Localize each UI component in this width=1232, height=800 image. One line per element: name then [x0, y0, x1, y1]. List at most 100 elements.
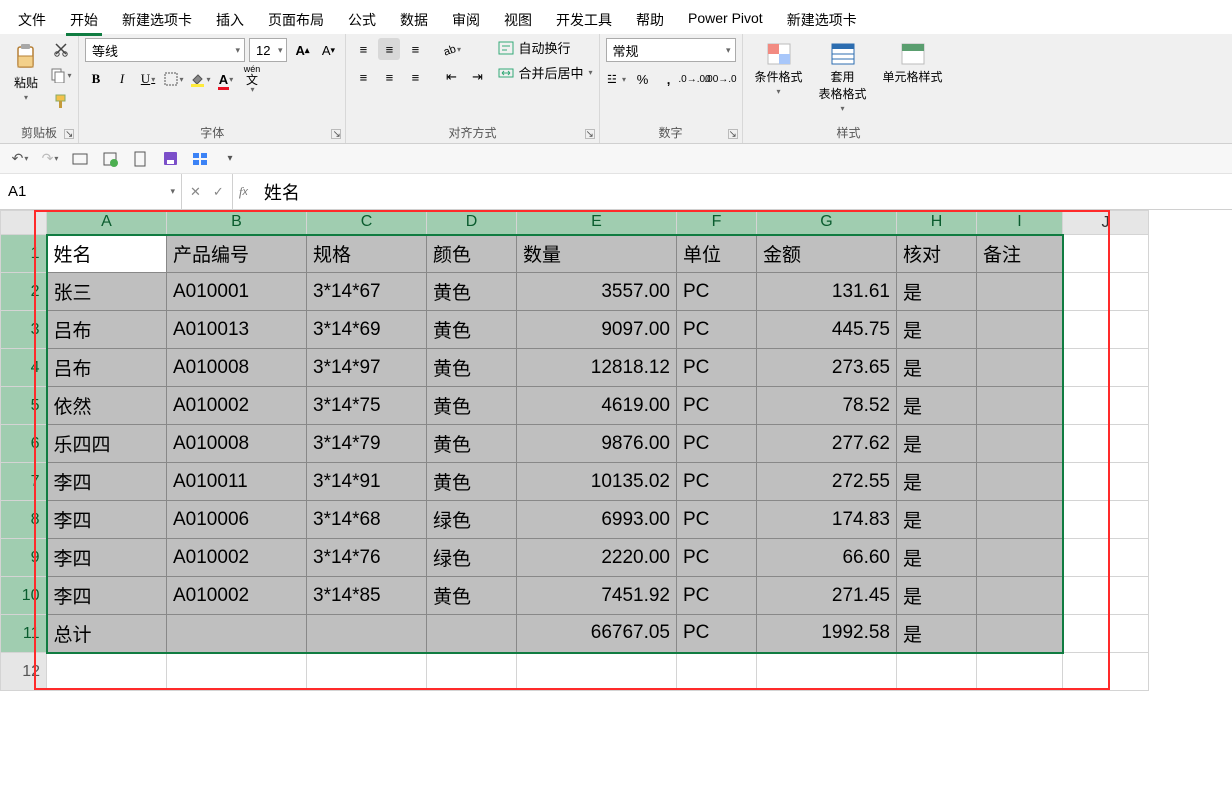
col-head-E[interactable]: E	[517, 211, 677, 235]
ribbon-tab-5[interactable]: 公式	[336, 4, 388, 34]
cell-F5[interactable]: PC	[677, 387, 757, 425]
cell-D2[interactable]: 黄色	[427, 273, 517, 311]
cell-H7[interactable]: 是	[897, 463, 977, 501]
cell-G10[interactable]: 271.45	[757, 577, 897, 615]
qat-btn-2[interactable]	[98, 148, 122, 170]
cell-C7[interactable]: 3*14*91	[307, 463, 427, 501]
qat-btn-3[interactable]	[128, 148, 152, 170]
cell-A6[interactable]: 乐四四	[47, 425, 167, 463]
fx-icon[interactable]: fx	[233, 174, 254, 209]
cell-I5[interactable]	[977, 387, 1063, 425]
cell-H3[interactable]: 是	[897, 311, 977, 349]
italic-button[interactable]: I	[111, 68, 133, 90]
align-left-button[interactable]: ≡	[352, 66, 374, 88]
clipboard-launcher[interactable]: ↘	[64, 129, 74, 139]
cell-J8[interactable]	[1063, 501, 1149, 539]
cell-B9[interactable]: A010002	[167, 539, 307, 577]
underline-button[interactable]: U	[137, 68, 159, 90]
cell-F10[interactable]: PC	[677, 577, 757, 615]
cell-D3[interactable]: 黄色	[427, 311, 517, 349]
cell-G1[interactable]: 金额	[757, 235, 897, 273]
cell-D12[interactable]	[427, 653, 517, 691]
cell-F8[interactable]: PC	[677, 501, 757, 539]
cell-B4[interactable]: A010008	[167, 349, 307, 387]
cell-J3[interactable]	[1063, 311, 1149, 349]
ribbon-tab-4[interactable]: 页面布局	[256, 4, 336, 34]
paste-button[interactable]: 粘贴 ▾	[6, 38, 46, 106]
cell-G4[interactable]: 273.65	[757, 349, 897, 387]
accounting-format-button[interactable]: ☳	[606, 68, 628, 90]
cell-styles-button[interactable]: 单元格样式	[877, 38, 949, 89]
cell-H4[interactable]: 是	[897, 349, 977, 387]
cell-A2[interactable]: 张三	[47, 273, 167, 311]
cell-F3[interactable]: PC	[677, 311, 757, 349]
cell-E1[interactable]: 数量	[517, 235, 677, 273]
decrease-decimal-button[interactable]: .00→.0	[710, 68, 732, 90]
cell-I2[interactable]	[977, 273, 1063, 311]
align-bottom-button[interactable]: ≡	[404, 38, 426, 60]
row-head-5[interactable]: 5	[1, 387, 47, 425]
increase-indent-button[interactable]: ⇥	[466, 66, 488, 88]
ribbon-tab-6[interactable]: 数据	[388, 4, 440, 34]
cell-A3[interactable]: 吕布	[47, 311, 167, 349]
number-launcher[interactable]: ↘	[728, 129, 738, 139]
cell-D1[interactable]: 颜色	[427, 235, 517, 273]
col-head-F[interactable]: F	[677, 211, 757, 235]
ribbon-tab-11[interactable]: Power Pivot	[676, 4, 775, 34]
cell-G11[interactable]: 1992.58	[757, 615, 897, 653]
cell-B2[interactable]: A010001	[167, 273, 307, 311]
row-head-9[interactable]: 9	[1, 539, 47, 577]
cell-D6[interactable]: 黄色	[427, 425, 517, 463]
cell-D8[interactable]: 绿色	[427, 501, 517, 539]
align-launcher[interactable]: ↘	[585, 129, 595, 139]
cell-I11[interactable]	[977, 615, 1063, 653]
merge-center-button[interactable]: 合并后居中	[498, 63, 592, 82]
col-head-I[interactable]: I	[977, 211, 1063, 235]
cell-C8[interactable]: 3*14*68	[307, 501, 427, 539]
copy-button[interactable]	[50, 64, 72, 86]
cell-E12[interactable]	[517, 653, 677, 691]
row-head-8[interactable]: 8	[1, 501, 47, 539]
cell-J11[interactable]	[1063, 615, 1149, 653]
cell-I10[interactable]	[977, 577, 1063, 615]
col-head-C[interactable]: C	[307, 211, 427, 235]
percent-button[interactable]: %	[632, 68, 654, 90]
cell-J12[interactable]	[1063, 653, 1149, 691]
cell-C1[interactable]: 规格	[307, 235, 427, 273]
cell-F11[interactable]: PC	[677, 615, 757, 653]
cell-E6[interactable]: 9876.00	[517, 425, 677, 463]
cell-E3[interactable]: 9097.00	[517, 311, 677, 349]
cell-B1[interactable]: 产品编号	[167, 235, 307, 273]
cell-A10[interactable]: 李四	[47, 577, 167, 615]
qat-btn-4[interactable]	[188, 148, 212, 170]
cell-E2[interactable]: 3557.00	[517, 273, 677, 311]
cell-J5[interactable]	[1063, 387, 1149, 425]
ribbon-tab-7[interactable]: 审阅	[440, 4, 492, 34]
cell-F7[interactable]: PC	[677, 463, 757, 501]
cell-I6[interactable]	[977, 425, 1063, 463]
comma-button[interactable]: ,	[658, 68, 680, 90]
cell-C5[interactable]: 3*14*75	[307, 387, 427, 425]
cell-D5[interactable]: 黄色	[427, 387, 517, 425]
orientation-button[interactable]: ab	[440, 38, 462, 60]
cell-B5[interactable]: A010002	[167, 387, 307, 425]
cell-G3[interactable]: 445.75	[757, 311, 897, 349]
font-name-select[interactable]: 等线	[85, 38, 245, 62]
cell-J4[interactable]	[1063, 349, 1149, 387]
decrease-indent-button[interactable]: ⇤	[440, 66, 462, 88]
cell-H10[interactable]: 是	[897, 577, 977, 615]
cell-E11[interactable]: 66767.05	[517, 615, 677, 653]
format-as-table-button[interactable]: 套用 表格格式▾	[813, 38, 873, 117]
cell-B11[interactable]	[167, 615, 307, 653]
col-head-A[interactable]: A	[47, 211, 167, 235]
cell-F2[interactable]: PC	[677, 273, 757, 311]
increase-font-button[interactable]: A▴	[291, 39, 313, 61]
name-box[interactable]: A1	[0, 174, 182, 209]
cell-C12[interactable]	[307, 653, 427, 691]
row-head-1[interactable]: 1	[1, 235, 47, 273]
formula-input[interactable]: 姓名	[254, 174, 1232, 209]
cell-F1[interactable]: 单位	[677, 235, 757, 273]
cell-H2[interactable]: 是	[897, 273, 977, 311]
cell-E8[interactable]: 6993.00	[517, 501, 677, 539]
row-head-6[interactable]: 6	[1, 425, 47, 463]
